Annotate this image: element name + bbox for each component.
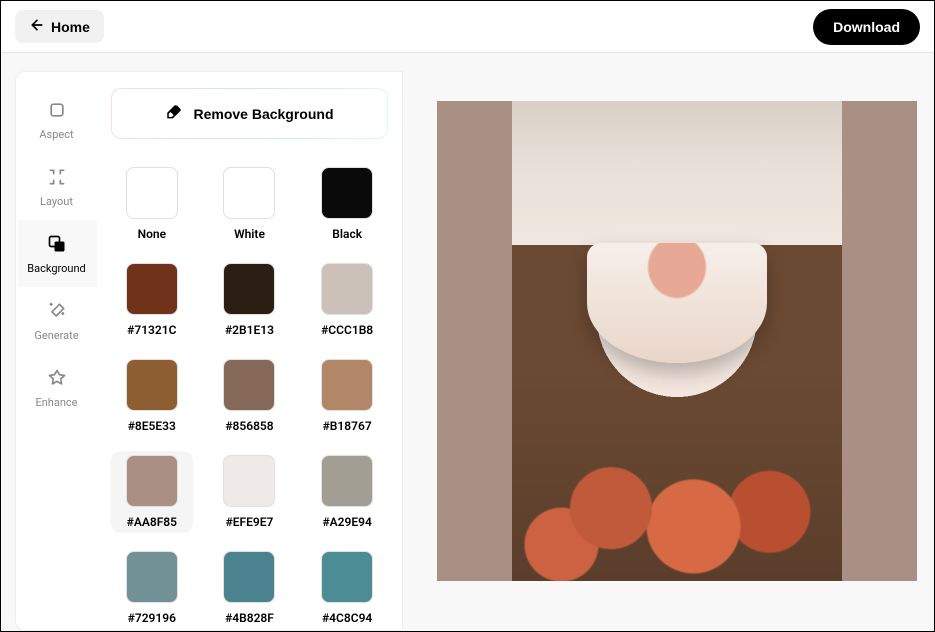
swatch-color [126, 263, 178, 315]
swatch-label: #A29E94 [322, 515, 371, 529]
swatch-color [223, 167, 275, 219]
swatch-color [321, 551, 373, 603]
arrow-left-icon [29, 17, 45, 36]
swatch-label: #B18767 [323, 419, 372, 433]
swatch-label: #4C8C94 [322, 611, 372, 625]
home-button[interactable]: Home [15, 10, 104, 43]
swatch-color [223, 551, 275, 603]
swatch-color [126, 455, 178, 507]
swatch-color [223, 263, 275, 315]
canvas-image [512, 101, 842, 581]
swatch-color [321, 359, 373, 411]
swatch-color [126, 167, 178, 219]
eraser-icon [165, 103, 183, 124]
home-label: Home [51, 19, 90, 35]
swatch-item[interactable]: #4B828F [209, 547, 291, 629]
swatch-grid: None White Black #71321C #2B1E13 #CCC1B8 #8E5E… [111, 163, 388, 629]
sidebar-tab-label: Aspect [39, 128, 73, 141]
remove-background-label: Remove Background [193, 106, 333, 122]
swatch-item[interactable]: #A29E94 [306, 451, 388, 533]
enhance-icon [45, 366, 69, 390]
swatch-item[interactable]: #AA8F85 [111, 451, 193, 533]
body: Aspect Layout Background Generate Enhanc… [1, 53, 934, 631]
header: Home Download [1, 1, 934, 53]
sidebar-tab-label: Layout [40, 195, 73, 208]
swatch-item[interactable]: #B18767 [306, 355, 388, 437]
sidebar-tab-aspect[interactable]: Aspect [16, 86, 97, 153]
sidebar-tab-label: Generate [34, 329, 78, 342]
swatch-label: White [234, 227, 265, 241]
swatch-label: #EFE9E7 [226, 515, 274, 529]
swatch-label: #CCC1B8 [321, 323, 373, 337]
swatch-item[interactable]: #729196 [111, 547, 193, 629]
download-button[interactable]: Download [813, 9, 920, 45]
swatch-color [321, 167, 373, 219]
swatch-color [126, 359, 178, 411]
swatch-item[interactable]: #2B1E13 [209, 259, 291, 341]
swatch-item[interactable]: White [209, 163, 291, 245]
sidebar-tab-label: Background [27, 262, 85, 275]
swatch-label: #729196 [128, 611, 176, 625]
swatch-item[interactable]: #EFE9E7 [209, 451, 291, 533]
swatch-label: Black [332, 227, 362, 241]
aspect-icon [45, 98, 69, 122]
sidebar: Aspect Layout Background Generate Enhanc… [15, 71, 97, 631]
swatch-item[interactable]: Black [306, 163, 388, 245]
swatch-item[interactable]: #856858 [209, 355, 291, 437]
sidebar-tab-enhance[interactable]: Enhance [16, 354, 97, 421]
sidebar-tab-layout[interactable]: Layout [16, 153, 97, 220]
swatch-label: #2B1E13 [225, 323, 274, 337]
swatch-item[interactable]: None [111, 163, 193, 245]
swatch-label: #8E5E33 [128, 419, 176, 433]
swatch-item[interactable]: #4C8C94 [306, 547, 388, 629]
swatch-label: None [138, 227, 166, 241]
swatch-color [321, 263, 373, 315]
swatch-label: #4B828F [225, 611, 274, 625]
background-panel: Remove Background None White Black #71321C #… [97, 71, 403, 631]
sidebar-tab-label: Enhance [35, 396, 77, 409]
swatch-color [321, 455, 373, 507]
swatch-item[interactable]: #CCC1B8 [306, 259, 388, 341]
remove-background-button[interactable]: Remove Background [111, 88, 388, 139]
canvas-frame[interactable] [437, 101, 917, 581]
swatch-color [126, 551, 178, 603]
canvas-area [403, 71, 920, 631]
layout-icon [45, 165, 69, 189]
sidebar-tab-generate[interactable]: Generate [16, 287, 97, 354]
swatch-color [223, 359, 275, 411]
background-icon [45, 232, 69, 256]
swatch-label: #71321C [127, 323, 176, 337]
swatch-label: #AA8F85 [127, 515, 177, 529]
generate-icon [45, 299, 69, 323]
sidebar-tab-background[interactable]: Background [16, 220, 97, 287]
swatch-label: #856858 [225, 419, 273, 433]
swatch-color [223, 455, 275, 507]
swatch-item[interactable]: #8E5E33 [111, 355, 193, 437]
swatch-item[interactable]: #71321C [111, 259, 193, 341]
